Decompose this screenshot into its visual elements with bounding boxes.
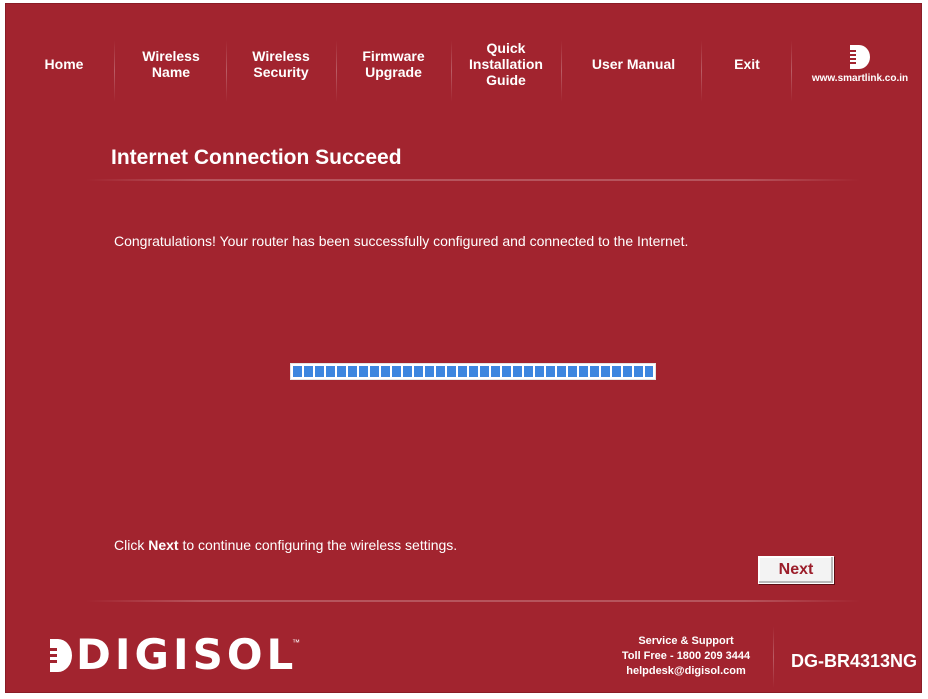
logo-text: DIGISOL	[76, 630, 298, 679]
hint-prefix: Click	[114, 537, 149, 553]
footer-separator	[773, 626, 774, 688]
nav-divider	[114, 40, 115, 102]
nav-wireless-security[interactable]: Wireless Security	[231, 4, 331, 124]
nav-user-manual[interactable]: User Manual	[571, 4, 696, 124]
next-hint: Click Next to continue configuring the w…	[114, 537, 457, 553]
success-message: Congratulations! Your router has been su…	[114, 233, 689, 249]
brand-block[interactable]: www.smartlink.co.in	[796, 38, 924, 98]
digisol-mark-icon	[848, 45, 870, 69]
page-title: Internet Connection Succeed	[111, 146, 402, 169]
logo-trademark: ™	[292, 638, 300, 647]
nav-exit[interactable]: Exit	[706, 4, 788, 124]
digisol-logo-mark-icon	[44, 639, 72, 672]
nav-divider	[791, 40, 792, 102]
hint-suffix: to continue configuring the wireless set…	[178, 537, 458, 553]
title-divider	[86, 179, 861, 181]
nav-quick-installation-guide[interactable]: Quick Installation Guide	[456, 4, 556, 124]
support-phone: Toll Free - 1800 209 3444	[621, 650, 751, 662]
support-email: helpdesk@digisol.com	[626, 665, 746, 677]
next-button[interactable]: Next	[758, 556, 834, 584]
model-number: DG-BR4313NG	[791, 651, 918, 671]
digisol-logo: DIGISOL ™	[44, 630, 314, 679]
hint-next-keyword: Next	[148, 537, 179, 553]
brand-url[interactable]: www.smartlink.co.in	[796, 73, 924, 84]
support-title: Service & Support	[638, 635, 734, 647]
nav-divider	[561, 40, 562, 102]
nav-home[interactable]: Home	[24, 4, 104, 124]
nav-wireless-name[interactable]: Wireless Name	[121, 4, 221, 124]
footer-divider	[86, 600, 861, 602]
nav-firmware-upgrade[interactable]: Firmware Upgrade	[341, 4, 446, 124]
progress-fill	[293, 366, 653, 377]
progress-bar	[290, 363, 656, 380]
nav-divider	[226, 40, 227, 102]
nav-divider	[336, 40, 337, 102]
router-setup-window: Home Wireless Name Wireless Security Fir…	[5, 3, 922, 693]
support-info: Service & Support Toll Free - 1800 209 3…	[618, 634, 754, 679]
nav-divider	[451, 40, 452, 102]
nav-divider	[701, 40, 702, 102]
top-nav: Home Wireless Name Wireless Security Fir…	[6, 4, 921, 114]
